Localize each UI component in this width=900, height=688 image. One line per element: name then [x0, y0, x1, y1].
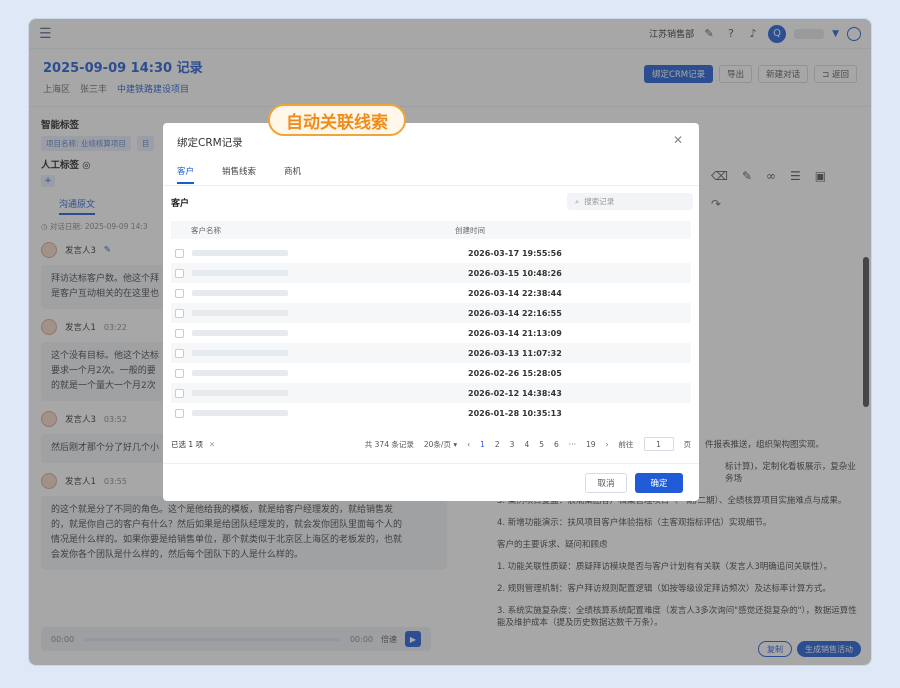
page-3[interactable]: 3 [510, 440, 515, 449]
created-time: 2026-02-26 15:28:05 [468, 368, 562, 378]
search-placeholder: 搜索记录 [584, 197, 615, 206]
page-size-select[interactable]: 20条/页 ▾ [424, 439, 457, 450]
table-row[interactable]: 2026-03-17 19:55:56 [171, 243, 691, 263]
customer-name [192, 310, 288, 316]
cancel-button[interactable]: 取消 [585, 473, 627, 493]
table-header: 客户名称 创建时间 [171, 221, 691, 239]
table-row[interactable]: 2026-02-26 15:28:05 [171, 363, 691, 383]
table-row[interactable]: 2026-03-14 21:13:09 [171, 323, 691, 343]
created-time: 2026-03-15 10:48:26 [468, 268, 562, 278]
created-time: 2026-03-14 21:13:09 [468, 328, 562, 338]
row-checkbox[interactable] [175, 408, 184, 418]
tab-sales-lead[interactable]: 销售线索 [222, 165, 256, 184]
row-checkbox[interactable] [175, 348, 184, 358]
prev-page-icon[interactable]: ‹ [467, 440, 470, 449]
row-checkbox[interactable] [175, 388, 184, 398]
auto-link-callout: 自动关联线索 [268, 104, 406, 136]
created-time: 2026-03-14 22:38:44 [468, 288, 562, 298]
page-5[interactable]: 5 [539, 440, 544, 449]
tab-opportunity[interactable]: 商机 [284, 165, 301, 184]
table-footer: 已选 1 项 ✕ 共 374 条记录 20条/页 ▾ ‹ 1 2 3 4 5 6… [171, 437, 691, 451]
table-row[interactable]: 2026-03-15 10:48:26 [171, 263, 691, 283]
row-checkbox[interactable] [175, 268, 184, 278]
table-row[interactable]: 2026-03-14 22:38:44 [171, 283, 691, 303]
tab-customer[interactable]: 客户 [177, 165, 195, 184]
created-time: 2026-02-12 14:38:43 [468, 388, 562, 398]
row-checkbox[interactable] [175, 248, 184, 258]
dialog-title: 绑定CRM记录 [177, 137, 243, 149]
table-row[interactable]: 2026-03-14 22:16:55 [171, 303, 691, 323]
column-created-time: 创建时间 [455, 225, 485, 235]
row-checkbox[interactable] [175, 288, 184, 298]
bind-crm-dialog: 绑定CRM记录 ✕ 客户 销售线索 商机 客户 ⌕ 搜索记录 客户名称 创建时间… [163, 123, 699, 501]
customer-name [192, 410, 288, 416]
search-icon: ⌕ [575, 196, 580, 206]
clear-selection-icon[interactable]: ✕ [209, 440, 215, 449]
customer-name [192, 370, 288, 376]
table-row[interactable]: 2026-01-28 10:35:13 [171, 403, 691, 423]
created-time: 2026-03-13 11:07:32 [468, 348, 562, 358]
page-ellipsis[interactable]: ··· [569, 440, 576, 449]
page-6[interactable]: 6 [554, 440, 559, 449]
total-count: 共 374 条记录 [364, 439, 414, 449]
pagination: 共 374 条记录 20条/页 ▾ ‹ 1 2 3 4 5 6 ··· 19 ›… [365, 437, 691, 451]
created-time: 2026-03-17 19:55:56 [468, 248, 562, 258]
goto-page-input[interactable]: 1 [643, 437, 674, 451]
customer-name [192, 390, 288, 396]
created-time: 2026-01-28 10:35:13 [468, 408, 562, 418]
page-unit: 页 [683, 439, 692, 449]
divider [163, 463, 699, 464]
customer-name [192, 350, 288, 356]
customer-name [192, 330, 288, 336]
row-checkbox[interactable] [175, 308, 184, 318]
customer-table: 2026-03-17 19:55:56 2026-03-15 10:48:26 … [171, 243, 691, 423]
page-2[interactable]: 2 [495, 440, 500, 449]
customer-name [192, 270, 288, 276]
page-19[interactable]: 19 [586, 440, 596, 449]
page-4[interactable]: 4 [524, 440, 529, 449]
table-row[interactable]: 2026-02-12 14:38:43 [171, 383, 691, 403]
column-customer-name: 客户名称 [191, 225, 221, 235]
created-time: 2026-03-14 22:16:55 [468, 308, 562, 318]
customer-name [192, 250, 288, 256]
goto-label: 前往 [618, 439, 634, 449]
close-icon[interactable]: ✕ [673, 133, 683, 147]
row-checkbox[interactable] [175, 328, 184, 338]
search-input[interactable]: ⌕ 搜索记录 [567, 193, 693, 210]
table-row[interactable]: 2026-03-13 11:07:32 [171, 343, 691, 363]
row-checkbox[interactable] [175, 368, 184, 378]
section-title: 客户 [171, 199, 190, 209]
next-page-icon[interactable]: › [606, 440, 609, 449]
selected-count: 已选 1 项 [171, 439, 204, 449]
divider [163, 185, 699, 186]
customer-name [192, 290, 288, 296]
confirm-button[interactable]: 确定 [635, 473, 683, 493]
page-1[interactable]: 1 [480, 440, 485, 449]
